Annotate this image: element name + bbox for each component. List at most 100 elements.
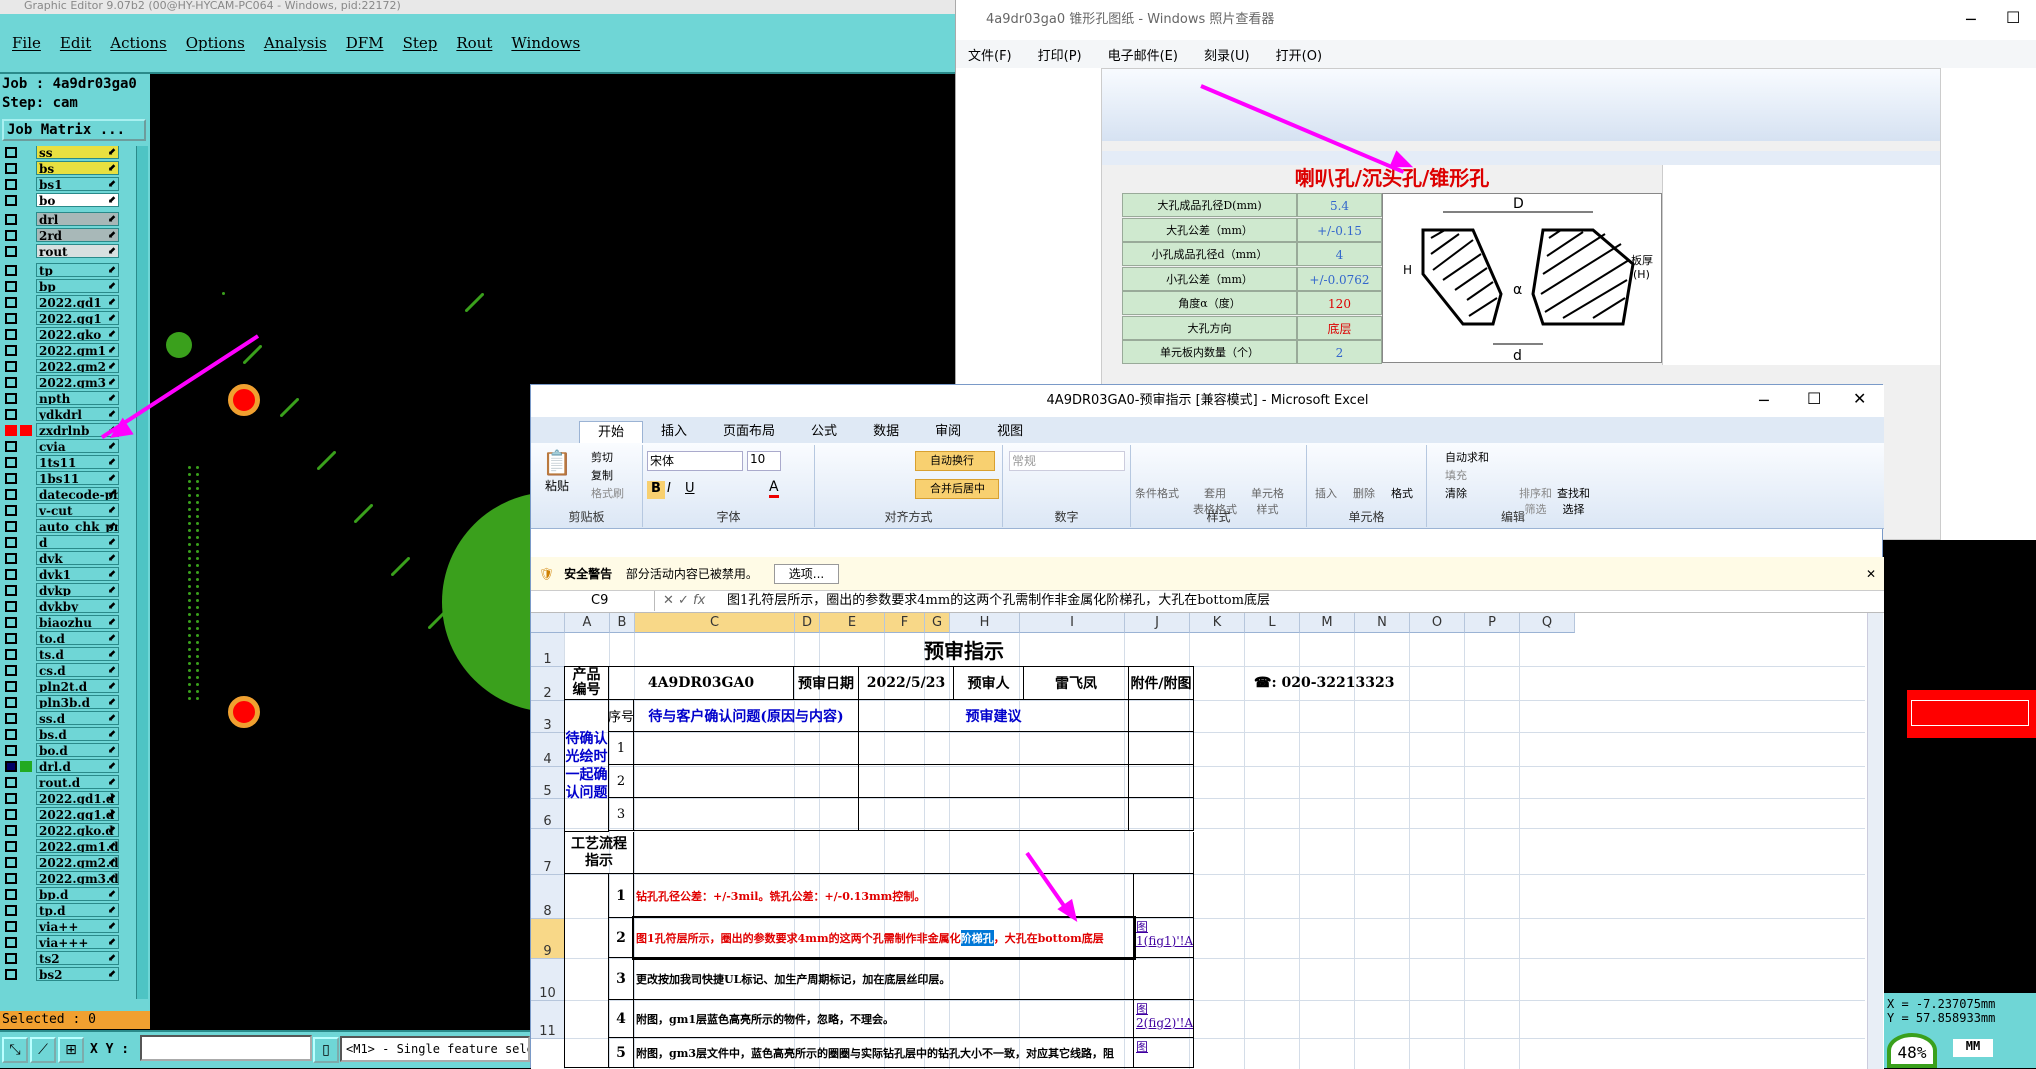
layer-name[interactable]: bs.d ⬋ bbox=[36, 727, 119, 741]
layer-checkbox[interactable] bbox=[5, 841, 17, 852]
excel-vscroll[interactable] bbox=[1867, 613, 1883, 1069]
layer-name[interactable]: pln2t.d ⬋ bbox=[36, 679, 119, 693]
row-header[interactable]: 2 bbox=[531, 667, 565, 701]
clear-button[interactable]: 清除 bbox=[1445, 485, 1467, 501]
layer-row[interactable]: v-cut ⬋ bbox=[0, 503, 122, 517]
menu-options[interactable]: Options bbox=[186, 34, 245, 52]
suggestion-header[interactable]: 预审建议 bbox=[859, 700, 1129, 732]
format-painter-button[interactable]: 格式刷 bbox=[591, 485, 624, 501]
formula-input[interactable]: 图1孔符层所示，圈出的参数要求4mm的这两个孔需制作非金属化阶梯孔，大孔在bot… bbox=[723, 591, 1863, 611]
layer-row[interactable]: drl ⬋ bbox=[0, 212, 122, 226]
menu-dfm[interactable]: DFM bbox=[346, 34, 384, 52]
reviewer-name[interactable]: 雷飞凤 bbox=[1024, 666, 1129, 700]
layer-row[interactable]: dvk1 ⬋ bbox=[0, 567, 122, 581]
layer-row[interactable]: 2022.gm1 ⬋ bbox=[0, 343, 122, 357]
item-number[interactable]: 5 bbox=[609, 1038, 634, 1068]
attachment-cell[interactable] bbox=[1129, 700, 1194, 732]
layer-name[interactable]: 2022.gg1 ⬋ bbox=[36, 311, 119, 325]
fill-button[interactable]: 填充 bbox=[1445, 467, 1467, 483]
layer-name[interactable]: dvk1 ⬋ bbox=[36, 567, 119, 581]
layer-name[interactable]: npth ⬋ bbox=[36, 391, 119, 405]
cut-button[interactable]: 剪切 bbox=[591, 449, 613, 465]
layer-name[interactable]: auto_chk_pn ⬋ bbox=[36, 519, 119, 533]
row-header[interactable]: 11 bbox=[531, 1001, 565, 1039]
layer-checkbox[interactable] bbox=[5, 214, 17, 225]
layer-row[interactable]: cs.d ⬋ bbox=[0, 663, 122, 677]
layer-checkbox[interactable] bbox=[5, 281, 17, 292]
layer-row[interactable]: npth ⬋ bbox=[0, 391, 122, 405]
process-label[interactable]: 工艺流程 指示 bbox=[564, 832, 634, 874]
maximize-icon[interactable]: ☐ bbox=[2006, 8, 2020, 27]
issue-cell[interactable] bbox=[634, 765, 859, 798]
pv-menu-email[interactable]: 电子邮件(E) bbox=[1108, 45, 1178, 64]
row-header[interactable]: 6 bbox=[531, 799, 565, 829]
row-header[interactable]: 10 bbox=[531, 959, 565, 1001]
item-number[interactable]: 4 bbox=[609, 1000, 634, 1038]
suggestion-cell[interactable] bbox=[859, 732, 1129, 765]
layer-checkbox[interactable] bbox=[5, 569, 17, 580]
column-header[interactable]: O bbox=[1410, 613, 1465, 633]
attachment-link[interactable]: 图 bbox=[1134, 1038, 1194, 1068]
layer-name[interactable]: ts.d ⬋ bbox=[36, 647, 119, 661]
attachment-cell[interactable] bbox=[1129, 798, 1194, 831]
layer-checkbox[interactable] bbox=[5, 617, 17, 628]
layer-checkbox[interactable] bbox=[5, 163, 17, 174]
layer-row[interactable]: bp.d ⬋ bbox=[0, 887, 122, 901]
layer-row[interactable]: pln2t.d ⬋ bbox=[0, 679, 122, 693]
layer-row[interactable]: ts.d ⬋ bbox=[0, 647, 122, 661]
layer-checkbox[interactable] bbox=[5, 473, 17, 484]
layer-checkbox[interactable] bbox=[5, 713, 17, 724]
name-box[interactable]: C9 bbox=[535, 591, 655, 611]
layer-name[interactable]: 2022.gm2.d ⬋ bbox=[36, 855, 119, 869]
phone-number[interactable]: ☎: 020-32213323 bbox=[1254, 666, 1454, 700]
layer-row[interactable]: tp.d ⬋ bbox=[0, 903, 122, 917]
grid-tool-icon[interactable]: ⊞ bbox=[58, 1037, 84, 1063]
layer-name[interactable]: rout.d ⬋ bbox=[36, 775, 119, 789]
layer-row[interactable]: rout.d ⬋ bbox=[0, 775, 122, 789]
column-header[interactable]: J bbox=[1125, 613, 1190, 633]
sheet-title[interactable]: 预审指示 bbox=[564, 632, 1364, 666]
pv-menu-file[interactable]: 文件(F) bbox=[968, 45, 1012, 64]
attachment-cell[interactable] bbox=[1129, 765, 1194, 798]
attachment-link[interactable]: 图 2(fig2)'!A bbox=[1134, 1000, 1194, 1038]
column-header[interactable]: P bbox=[1465, 613, 1520, 633]
layer-name[interactable]: ss.d ⬋ bbox=[36, 711, 119, 725]
layer-row[interactable]: 2022.gg1 ⬋ bbox=[0, 311, 122, 325]
confirm-issues-label[interactable]: 待确认 光绘时 一起确 认问题 bbox=[564, 700, 609, 832]
layer-checkbox[interactable] bbox=[5, 521, 17, 532]
layer-name[interactable]: 2022.gd1.d ⬋ bbox=[36, 791, 119, 805]
layer-row[interactable]: tp ⬋ bbox=[0, 263, 122, 277]
layer-checkbox[interactable] bbox=[5, 409, 17, 420]
layer-checkbox[interactable] bbox=[5, 441, 17, 452]
column-header[interactable]: F bbox=[885, 613, 925, 633]
paste-button[interactable]: 📋 粘贴 bbox=[539, 449, 575, 507]
layer-checkbox[interactable] bbox=[5, 345, 17, 356]
layer-name[interactable]: 2022.gm1 ⬋ bbox=[36, 343, 119, 357]
layer-name[interactable]: 2022.gg1.d ⬋ bbox=[36, 807, 119, 821]
sequence-cell[interactable]: 1 bbox=[609, 732, 634, 765]
underline-button[interactable]: U bbox=[685, 481, 695, 496]
layer-name[interactable]: bp.d ⬋ bbox=[36, 887, 119, 901]
layer-checkbox[interactable] bbox=[5, 649, 17, 660]
menu-windows[interactable]: Windows bbox=[511, 34, 580, 52]
number-format-select[interactable]: 常规 bbox=[1009, 451, 1125, 471]
product-label[interactable]: 产品 编号 bbox=[564, 666, 609, 700]
column-header[interactable]: A bbox=[565, 613, 610, 633]
row-header[interactable]: 5 bbox=[531, 767, 565, 799]
layer-checkbox[interactable] bbox=[5, 665, 17, 676]
pv-menu-print[interactable]: 打印(P) bbox=[1038, 45, 1082, 64]
layer-name[interactable]: 2022.gm2 ⬋ bbox=[36, 359, 119, 373]
font-color-icon[interactable]: A bbox=[769, 479, 779, 498]
layer-checkbox[interactable] bbox=[5, 425, 17, 436]
security-options-button[interactable]: 选项... bbox=[773, 564, 840, 584]
attachment-cell[interactable] bbox=[1129, 732, 1194, 765]
layer-checkbox[interactable] bbox=[5, 937, 17, 948]
layer-name[interactable]: 2022.gd1 ⬋ bbox=[36, 295, 119, 309]
layer-checkbox[interactable] bbox=[5, 921, 17, 932]
wrap-text-button[interactable]: 自动换行 bbox=[915, 451, 995, 471]
layer-row[interactable]: cvia ⬋ bbox=[0, 439, 122, 453]
layer-row[interactable]: 2022.gko ⬋ bbox=[0, 327, 122, 341]
layer-row[interactable]: 2022.gd1.d ⬋ bbox=[0, 791, 122, 805]
layer-row[interactable]: dvkby ⬋ bbox=[0, 599, 122, 613]
layer-name[interactable]: 2022.gm3 ⬋ bbox=[36, 375, 119, 389]
